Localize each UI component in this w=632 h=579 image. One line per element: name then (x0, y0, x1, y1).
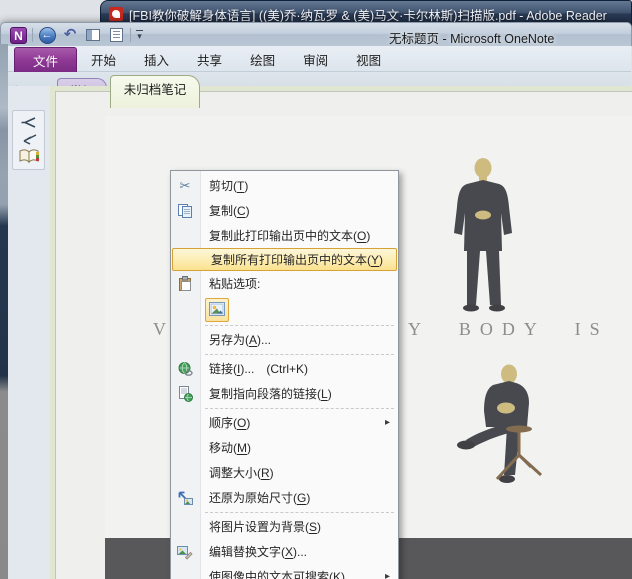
onenote-window: N ← ↶ ▾ 无标题页 - Microsoft OneNote 文件 开始 插… (0, 22, 632, 579)
window-edge-strip (0, 44, 8, 579)
menu-item-label: 链接(I)... (209, 360, 254, 377)
window-title: 无标题页 - Microsoft OneNote (389, 28, 554, 47)
submenu-arrow-icon: ▸ (385, 417, 390, 428)
menu-item-order[interactable]: 顺序(O) ▸ (171, 410, 398, 435)
menu-item-make-image-text-searchable[interactable]: 使图像中的文本可搜索(K) ▸ (171, 564, 398, 579)
full-page-view-button[interactable] (107, 26, 125, 44)
menu-item-label: 将图片设置为背景(S) (209, 518, 321, 535)
nav-back-icon[interactable] (20, 132, 38, 145)
undo-button[interactable]: ↶ (61, 26, 79, 44)
menu-item-label: 顺序(O) (209, 414, 250, 431)
paste-option-picture[interactable] (171, 296, 398, 323)
menu-item-resize[interactable]: 调整大小(R) (171, 460, 398, 485)
dock-to-desktop-button[interactable] (84, 26, 102, 44)
adobe-window-title: [FBI教你破解身体语言] ((美)乔·纳瓦罗 & (美)马文·卡尔林斯)扫描版… (129, 5, 607, 24)
menu-item-copy-paragraph-link[interactable]: 复制指向段落的链接(L) (171, 381, 398, 406)
alt-text-icon (176, 544, 194, 560)
document-icon (110, 28, 123, 42)
paste-picture-icon[interactable] (205, 298, 229, 322)
tab-home[interactable]: 开始 (77, 47, 130, 72)
paste-icon (176, 276, 194, 292)
navigation-panel (12, 110, 45, 170)
customize-qat-dropdown[interactable]: ▾ (136, 30, 143, 40)
menu-item-cut[interactable]: ✂ 剪切(T) (171, 173, 398, 198)
back-arrow-icon: ← (39, 27, 56, 44)
menu-item-copy-text-all-pages[interactable]: 复制所有打印输出页中的文本(Y) (172, 248, 397, 271)
tab-file[interactable]: 文件 (14, 47, 77, 72)
menu-item-save-as[interactable]: 另存为(A)... (171, 327, 398, 352)
nav-forward-icon[interactable] (20, 116, 38, 129)
menu-item-label: 移动(M) (209, 439, 251, 456)
qat-separator (32, 28, 33, 42)
undo-icon: ↶ (64, 28, 77, 42)
menu-item-label: 另存为(A)... (209, 331, 271, 348)
menu-item-copy[interactable]: 复制(C) (171, 198, 398, 223)
menu-item-label: 复制(C) (209, 202, 250, 219)
notebooks-icon[interactable] (18, 148, 40, 165)
menu-item-copy-text-this-page[interactable]: 复制此打印输出页中的文本(O) (171, 223, 398, 248)
back-button[interactable]: ← (38, 26, 56, 44)
onenote-titlebar[interactable]: N ← ↶ ▾ 无标题页 - Microsoft OneNote (0, 22, 632, 46)
paragraph-link-icon (176, 386, 194, 402)
quick-access-toolbar: N ← ↶ ▾ (10, 26, 143, 44)
menu-item-label: 还原为原始尺寸(G) (209, 489, 310, 506)
restore-size-icon (176, 490, 194, 506)
context-menu: ✂ 剪切(T) 复制(C) 复制此打印输出页中的文本(O) 复制所有打印输出页中的文本(… (170, 170, 399, 579)
scissors-icon: ✂ (176, 178, 194, 194)
cover-text-right: Y BODY IS (408, 319, 609, 340)
qat-separator (130, 28, 131, 42)
link-icon (176, 361, 194, 377)
menu-item-label: 调整大小(R) (209, 464, 274, 481)
menu-item-label: 复制所有打印输出页中的文本(Y) (211, 251, 383, 268)
menu-item-label: 粘贴选项: (209, 275, 260, 292)
notebook-sidebar (8, 86, 51, 579)
standing-man-photo[interactable] (438, 155, 528, 323)
menu-item-label: 使图像中的文本可搜索(K) (209, 568, 345, 579)
onenote-logo[interactable]: N (10, 27, 27, 44)
menu-item-move[interactable]: 移动(M) (171, 435, 398, 460)
copy-icon (176, 203, 194, 219)
tab-review[interactable]: 审阅 (289, 47, 342, 72)
tab-share[interactable]: 共享 (183, 47, 236, 72)
menu-item-label: 剪切(T) (209, 177, 248, 194)
menu-item-restore-original-size[interactable]: 还原为原始尺寸(G) (171, 485, 398, 510)
ribbon-tab-row: 文件 开始 插入 共享 绘图 审阅 视图 (1, 46, 631, 72)
menu-item-label: 复制指向段落的链接(L) (209, 385, 332, 402)
tab-view[interactable]: 视图 (342, 47, 395, 72)
menu-item-set-picture-as-background[interactable]: 将图片设置为背景(S) (171, 514, 398, 539)
submenu-arrow-icon: ▸ (385, 571, 390, 579)
menu-item-label: 编辑替换文字(X)... (209, 543, 307, 560)
section-tab-unfiled-notes[interactable]: 未归档笔记 (110, 75, 200, 108)
dock-icon (86, 29, 100, 41)
menu-item-link[interactable]: 链接(I)... (Ctrl+K) (171, 356, 398, 381)
shortcut-label: (Ctrl+K) (266, 362, 308, 376)
adobe-reader-icon (109, 7, 123, 21)
menu-item-edit-alt-text[interactable]: 编辑替换文字(X)... (171, 539, 398, 564)
tab-insert[interactable]: 插入 (130, 47, 183, 72)
tab-draw[interactable]: 绘图 (236, 47, 289, 72)
paste-options-label: 粘贴选项: (171, 271, 398, 296)
screen: [FBI教你破解身体语言] ((美)乔·纳瓦罗 & (美)马文·卡尔林斯)扫描版… (0, 0, 632, 579)
seated-man-photo[interactable] (453, 363, 557, 513)
menu-item-label: 复制此打印输出页中的文本(O) (209, 227, 370, 244)
